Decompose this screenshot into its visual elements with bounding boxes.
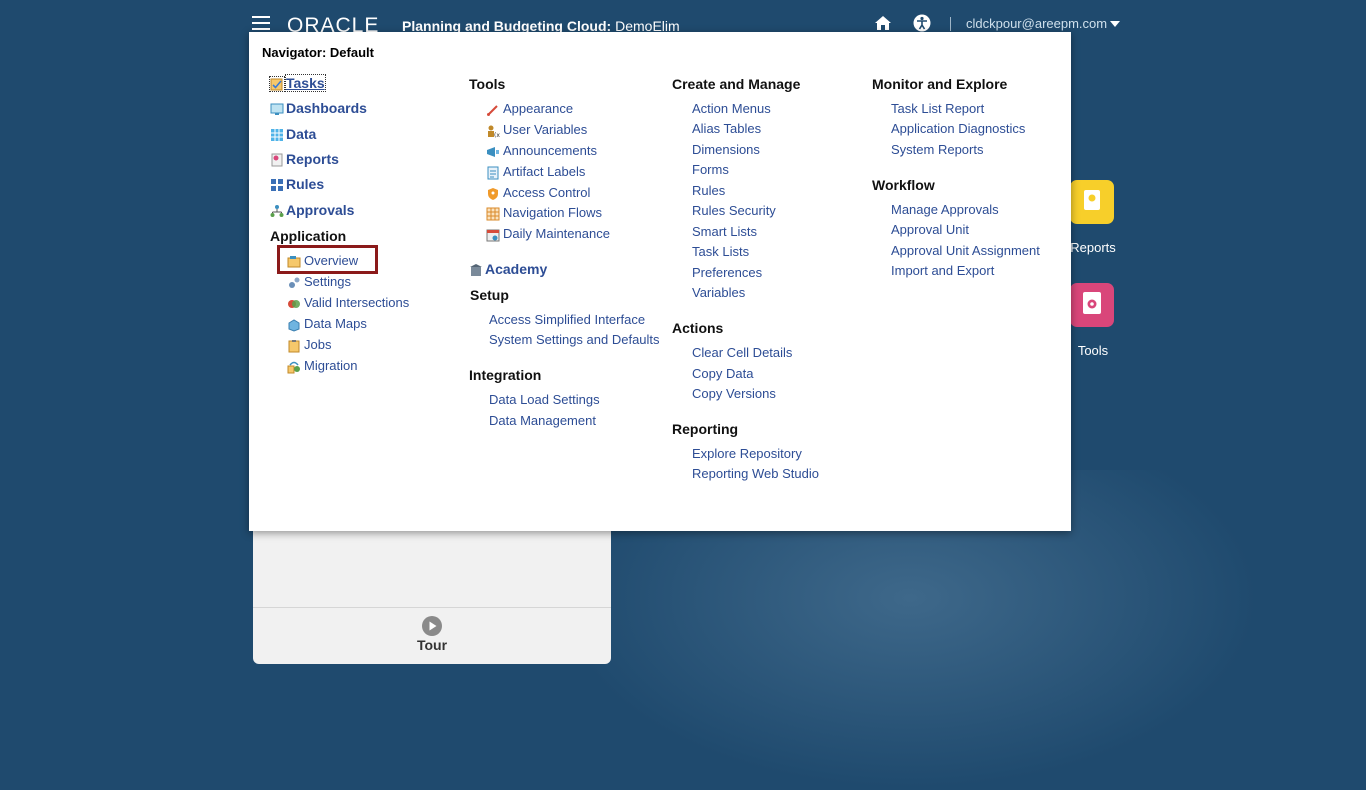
navigation-flows-icon [486,207,500,221]
nav-announcements[interactable]: Announcements [503,143,597,158]
nav-application-diagnostics[interactable]: Application Diagnostics [891,121,1025,136]
nav-approval-unit[interactable]: Approval Unit [891,222,969,237]
nav-clear-cell-details[interactable]: Clear Cell Details [692,345,792,360]
nav-rules-security[interactable]: Rules Security [692,203,776,218]
accessibility-icon[interactable] [913,14,931,32]
section-actions: Actions [672,320,724,336]
nav-forms[interactable]: Forms [692,162,729,177]
nav-overview[interactable]: Overview [304,253,358,268]
navigator-panel: Navigator: Default Tasks Dashboards Data… [249,32,1071,531]
announcements-icon [487,147,499,157]
dashboards-icon [270,103,284,115]
artifact-labels-icon [487,166,499,180]
tasks-icon [269,76,285,92]
home-icon[interactable] [874,15,892,31]
nav-access-simplified-interface[interactable]: Access Simplified Interface [489,312,645,327]
nav-approval-unit-assignment[interactable]: Approval Unit Assignment [891,243,1040,258]
nav-tasks[interactable]: Tasks [285,74,326,92]
nav-rules-link[interactable]: Rules [692,183,725,198]
nav-system-reports[interactable]: System Reports [891,142,983,157]
nav-access-control[interactable]: Access Control [503,185,590,200]
nav-reports[interactable]: Reports [286,151,339,167]
nav-rules[interactable]: Rules [286,176,324,192]
academy-icon [470,264,482,276]
nav-appearance[interactable]: Appearance [503,101,573,116]
section-create-manage: Create and Manage [672,76,801,92]
nav-import-export[interactable]: Import and Export [891,263,994,278]
nav-settings[interactable]: Settings [304,274,351,289]
section-setup: Setup [470,287,509,303]
nav-data-maps[interactable]: Data Maps [304,316,367,331]
header-divider [950,17,951,31]
card-divider [253,607,611,608]
hamburger-menu-icon[interactable] [252,16,270,30]
nav-artifact-labels[interactable]: Artifact Labels [503,164,585,179]
valid-intersections-icon [288,300,300,308]
nav-data-management[interactable]: Data Management [489,413,596,428]
tile-tools-label: Tools [1077,343,1109,358]
nav-valid-intersections[interactable]: Valid Intersections [304,295,409,310]
section-integration: Integration [469,367,542,383]
section-monitor-explore: Monitor and Explore [872,76,1008,92]
reports-icon [271,153,283,167]
tile-tools[interactable] [1070,283,1114,327]
section-reporting: Reporting [672,421,739,437]
nav-copy-data[interactable]: Copy Data [692,366,753,381]
settings-icon [289,277,300,288]
section-workflow: Workflow [872,177,935,193]
nav-variables[interactable]: Variables [692,285,745,300]
access-control-icon [488,188,498,200]
migration-icon [287,361,300,374]
daily-maintenance-icon [486,229,500,242]
nav-system-settings-defaults[interactable]: System Settings and Defaults [489,332,660,347]
nav-task-lists[interactable]: Task Lists [692,244,749,259]
tile-reports[interactable] [1070,180,1114,224]
nav-data[interactable]: Data [286,126,316,142]
nav-reporting-web-studio[interactable]: Reporting Web Studio [692,466,819,481]
navigator-title: Navigator: Default [262,45,374,60]
nav-migration[interactable]: Migration [304,358,357,373]
play-icon[interactable] [421,615,443,637]
data-grid-icon [271,129,283,141]
nav-dashboards[interactable]: Dashboards [286,100,367,116]
background-card: Tour [253,530,611,664]
approvals-icon [270,205,284,217]
svg-text:(x): (x) [494,132,500,138]
tools-tile-icon [1083,292,1101,314]
reports-tile-icon [1084,190,1100,210]
section-tools: Tools [469,76,506,92]
nav-preferences[interactable]: Preferences [692,265,762,280]
nav-explore-repository[interactable]: Explore Repository [692,446,802,461]
tile-reports-label: Reports [1070,240,1116,255]
chevron-down-icon[interactable] [1110,21,1120,27]
nav-approvals[interactable]: Approvals [286,202,354,218]
nav-navigation-flows[interactable]: Navigation Flows [503,205,602,220]
nav-task-list-report[interactable]: Task List Report [891,101,984,116]
user-variables-icon: (x) [488,125,500,138]
rules-icon [271,179,283,191]
nav-jobs[interactable]: Jobs [304,337,331,352]
nav-alias-tables[interactable]: Alias Tables [692,121,761,136]
overview-icon [287,256,301,268]
data-maps-icon [288,319,300,332]
section-application: Application [270,228,347,244]
nav-copy-versions[interactable]: Copy Versions [692,386,776,401]
nav-action-menus[interactable]: Action Menus [692,101,771,116]
tour-button[interactable]: Tour [253,637,611,653]
nav-manage-approvals[interactable]: Manage Approvals [891,202,999,217]
jobs-icon [288,340,300,353]
nav-academy[interactable]: Academy [485,261,547,277]
appearance-icon [487,105,498,116]
nav-daily-maintenance[interactable]: Daily Maintenance [503,226,610,241]
user-menu[interactable]: cldckpour@areepm.com [966,16,1107,31]
nav-dimensions[interactable]: Dimensions [692,142,760,157]
nav-data-load-settings[interactable]: Data Load Settings [489,392,600,407]
nav-user-variables[interactable]: User Variables [503,122,587,137]
nav-smart-lists[interactable]: Smart Lists [692,224,757,239]
